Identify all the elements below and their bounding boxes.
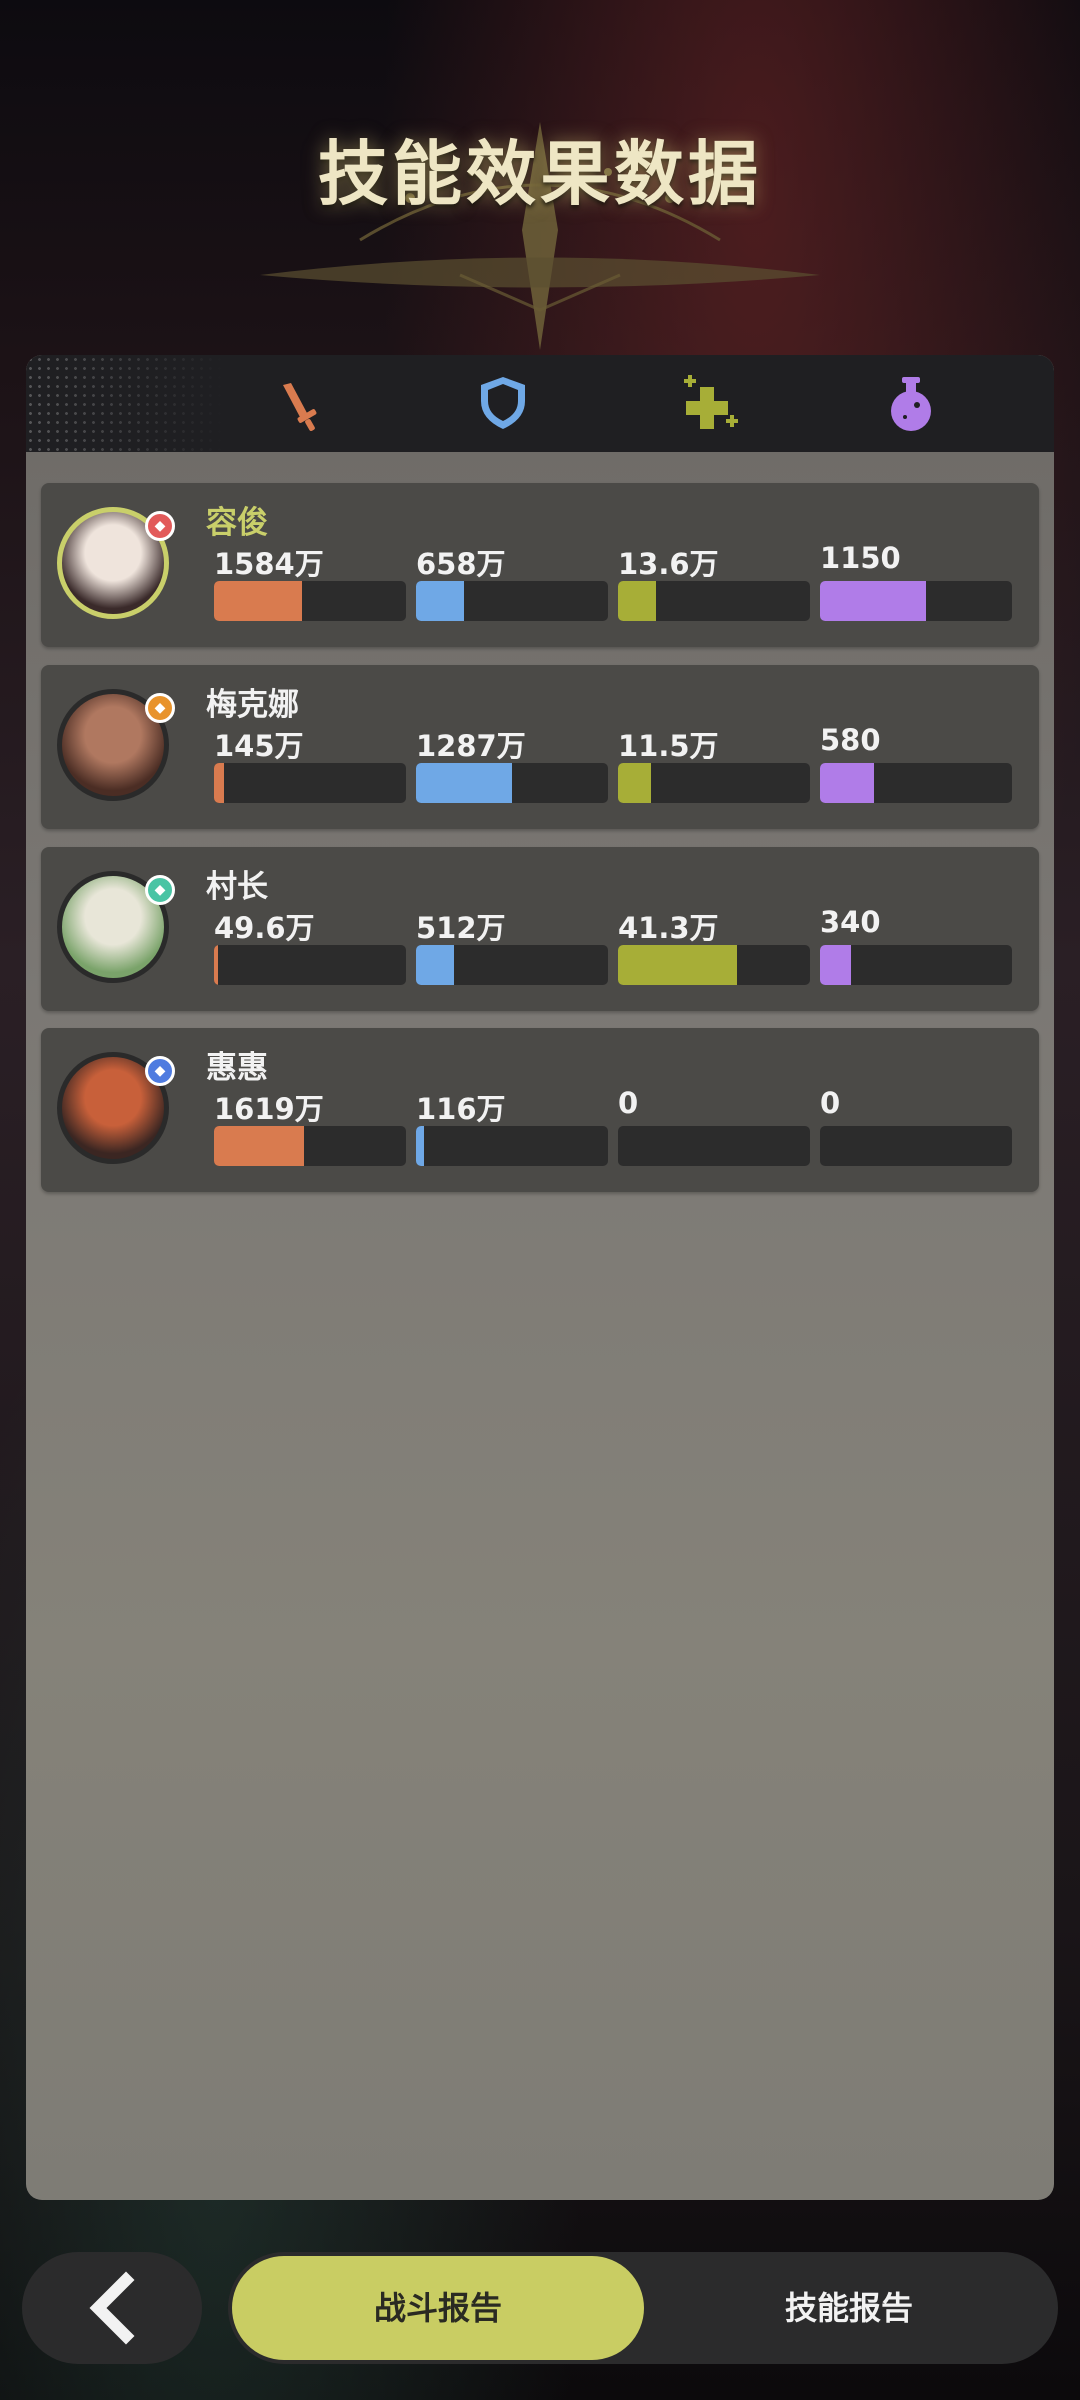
- page-title: 技能效果数据: [318, 133, 762, 215]
- potion-icon[interactable]: [881, 373, 941, 433]
- stat-bar-fill: [214, 581, 303, 621]
- stat-value: 658万: [416, 547, 506, 581]
- stat-value: 0: [618, 1086, 639, 1120]
- stat-bar: [618, 763, 810, 803]
- stat-bar-fill: [416, 1126, 424, 1166]
- stat-bar-fill: [820, 763, 874, 803]
- stat-bar: [820, 581, 1012, 621]
- stat-bar: [416, 763, 608, 803]
- stat-bar: [214, 581, 406, 621]
- decorative-dots: [26, 355, 226, 452]
- back-button[interactable]: [22, 2252, 202, 2364]
- heal-plus-icon[interactable]: [678, 373, 738, 433]
- stat-value: 1287万: [416, 729, 526, 763]
- hero-name: 容俊: [206, 505, 268, 541]
- hero-row[interactable]: ◆ 梅克娜 145万 1287万 11.5万 580: [41, 665, 1039, 829]
- stat-bar-fill: [618, 763, 651, 803]
- stat-value: 512万: [416, 911, 506, 945]
- stat-bar: [416, 581, 608, 621]
- stat-bar: [820, 1126, 1012, 1166]
- stat-value: 11.5万: [618, 729, 719, 763]
- stat-bar: [820, 945, 1012, 985]
- stat-value: 1584万: [214, 547, 324, 581]
- stat-bar: [416, 1126, 608, 1166]
- report-tab-switch: 战斗报告 技能报告: [228, 2252, 1058, 2364]
- stat-bar: [618, 581, 810, 621]
- stat-bar: [214, 945, 406, 985]
- stat-value: 0: [820, 1086, 841, 1120]
- stat-value: 580: [820, 723, 881, 757]
- sword-icon[interactable]: [271, 373, 331, 433]
- stat-bar-fill: [214, 945, 218, 985]
- stat-bar: [214, 763, 406, 803]
- stat-bar-fill: [214, 1126, 305, 1166]
- hero-name: 村长: [206, 869, 268, 905]
- tab-skill-report[interactable]: 技能报告: [644, 2256, 1054, 2360]
- class-badge-icon: ◆: [145, 693, 175, 723]
- stat-bar-fill: [416, 763, 512, 803]
- class-badge-icon: ◆: [145, 511, 175, 541]
- stat-value: 116万: [416, 1092, 506, 1126]
- stat-value: 1619万: [214, 1092, 324, 1126]
- stats-panel: ◆ 容俊 1584万 658万 13.6万 1150 ◆ 梅克娜 145万 1287万 11.5万 5…: [26, 355, 1054, 2200]
- stat-bar: [214, 1126, 406, 1166]
- stat-bar-fill: [214, 763, 224, 803]
- tab-battle-report[interactable]: 战斗报告: [232, 2256, 644, 2360]
- stat-bar-fill: [618, 581, 657, 621]
- chevron-left-icon: [89, 2271, 135, 2345]
- stat-category-bar: [26, 355, 1054, 452]
- stat-value: 145万: [214, 729, 304, 763]
- stat-value: 13.6万: [618, 547, 719, 581]
- stat-value: 340: [820, 905, 881, 939]
- stat-value: 1150: [820, 541, 901, 575]
- stat-bar-fill: [820, 581, 926, 621]
- hero-row[interactable]: ◆ 容俊 1584万 658万 13.6万 1150: [41, 483, 1039, 647]
- stat-bar: [618, 1126, 810, 1166]
- class-badge-icon: ◆: [145, 875, 175, 905]
- shield-icon[interactable]: [473, 373, 533, 433]
- stat-bar-fill: [416, 581, 464, 621]
- stat-bar: [820, 763, 1012, 803]
- stat-bar-fill: [416, 945, 455, 985]
- hero-name: 梅克娜: [206, 687, 299, 723]
- hero-row[interactable]: ◆ 村长 49.6万 512万 41.3万 340: [41, 847, 1039, 1011]
- stat-value: 41.3万: [618, 911, 719, 945]
- hero-row[interactable]: ◆ 惠惠 1619万 116万 0 0: [41, 1028, 1039, 1192]
- stat-bar: [618, 945, 810, 985]
- stat-bar-fill: [820, 945, 851, 985]
- hero-name: 惠惠: [206, 1050, 268, 1086]
- stat-bar-fill: [618, 945, 738, 985]
- stat-bar: [416, 945, 608, 985]
- stat-value: 49.6万: [214, 911, 315, 945]
- class-badge-icon: ◆: [145, 1056, 175, 1086]
